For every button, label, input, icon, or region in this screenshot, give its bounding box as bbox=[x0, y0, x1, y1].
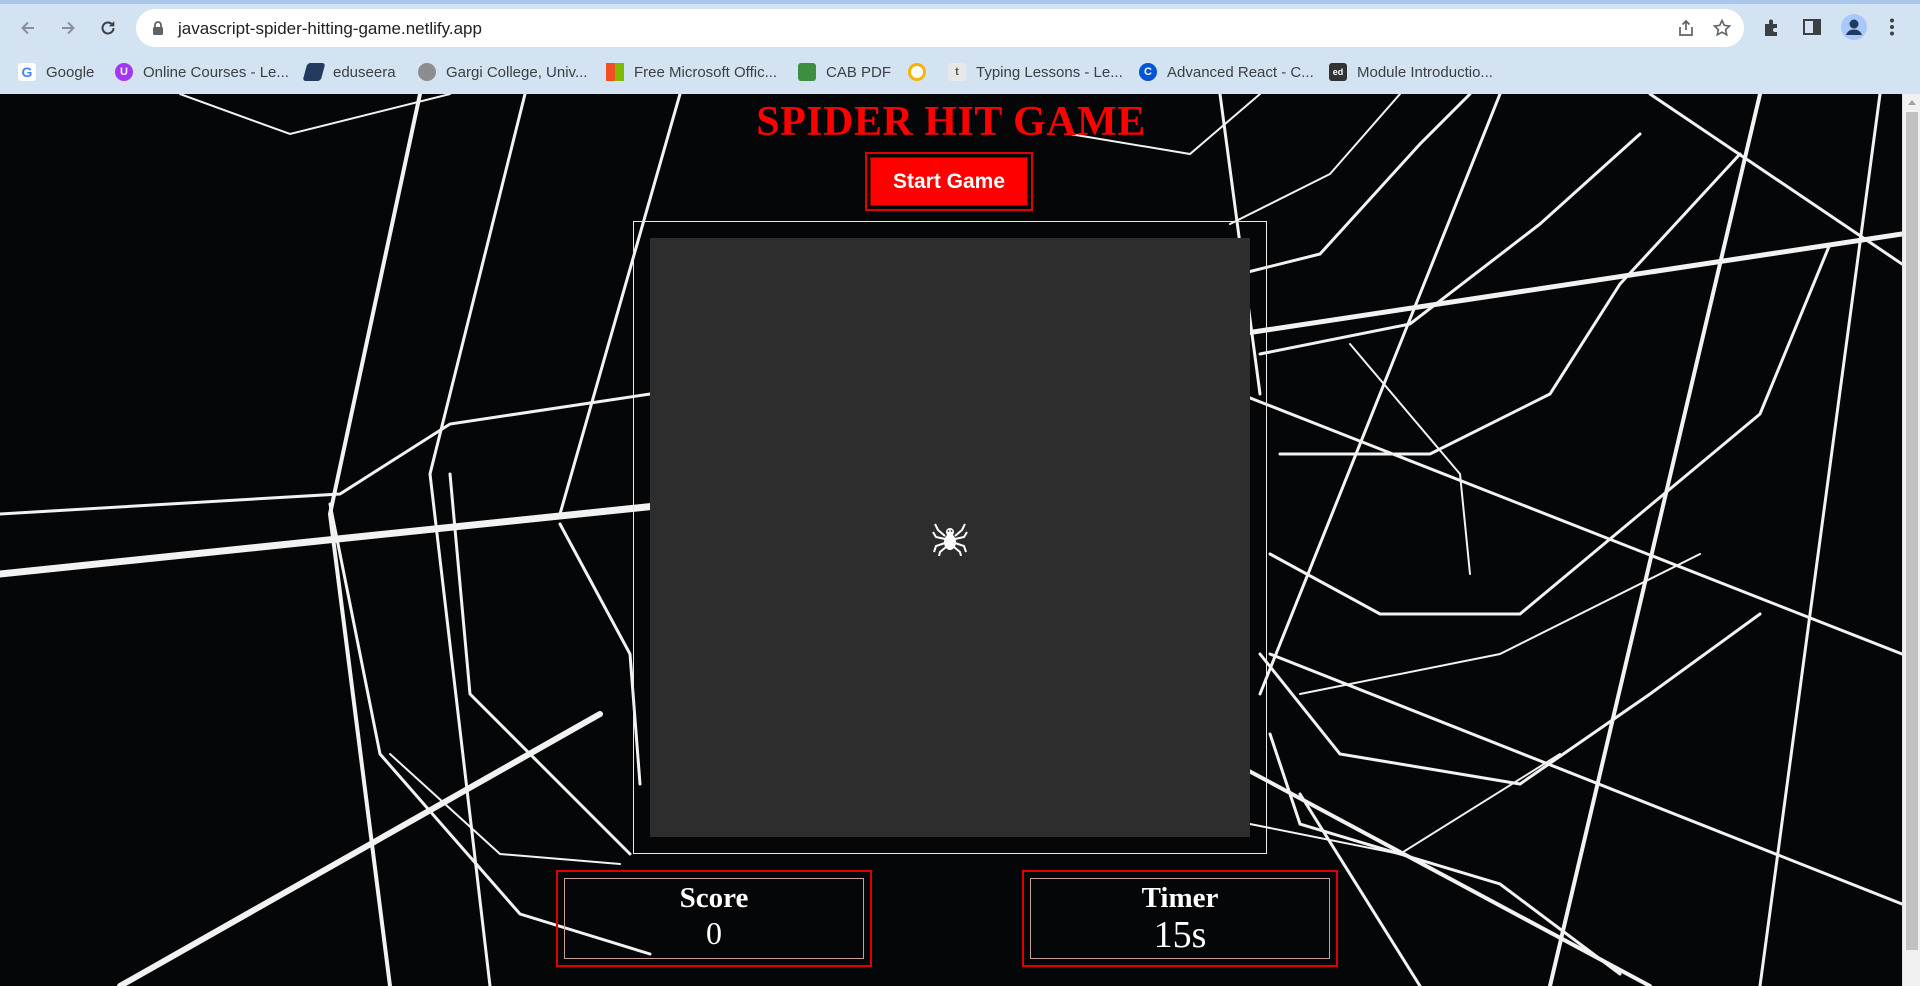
bookmark-cab-pdf[interactable]: CAB PDF bbox=[798, 60, 891, 84]
bookmark-label: eduseera bbox=[333, 63, 396, 81]
typing-icon: t bbox=[948, 63, 966, 81]
person-icon bbox=[1846, 19, 1862, 35]
bookmark-label: CAB PDF bbox=[826, 63, 892, 81]
url-text: javascript-spider-hitting-game.netlify.a… bbox=[178, 19, 482, 38]
game-board-frame bbox=[633, 221, 1267, 854]
eduseera-icon bbox=[302, 63, 326, 81]
scrollbar-thumb[interactable] bbox=[1906, 112, 1918, 950]
timer-panel-inner: Timer 15s bbox=[1030, 878, 1330, 959]
score-panel: Score 0 bbox=[556, 870, 872, 967]
side-panel-button[interactable] bbox=[1801, 16, 1823, 38]
pdf-icon bbox=[798, 63, 816, 81]
google-icon: G bbox=[18, 63, 36, 81]
bookmark-label: Free Microsoft Offic... bbox=[634, 63, 778, 81]
spider-icon[interactable] bbox=[932, 520, 968, 556]
bookmark-gargi-college[interactable]: Gargi College, Univ... bbox=[418, 60, 587, 84]
score-value: 0 bbox=[706, 915, 722, 951]
bookmark-star-icon[interactable] bbox=[1712, 18, 1732, 38]
start-game-button[interactable]: Start Game bbox=[870, 157, 1028, 206]
reload-icon bbox=[101, 21, 115, 35]
scroll-up-arrow-icon[interactable] bbox=[1908, 100, 1916, 105]
browser-chrome: javascript-spider-hitting-game.netlify.a… bbox=[0, 0, 1920, 94]
bookmark-google[interactable]: G Google bbox=[18, 60, 94, 84]
arrow-right-icon bbox=[62, 21, 75, 35]
profile-avatar[interactable] bbox=[1841, 14, 1867, 40]
browser-toolbar: javascript-spider-hitting-game.netlify.a… bbox=[0, 6, 1920, 50]
microsoft-icon bbox=[606, 63, 624, 81]
timer-panel: Timer 15s bbox=[1022, 870, 1338, 967]
score-label: Score bbox=[679, 882, 749, 914]
side-panel-icon bbox=[1803, 19, 1821, 35]
bookmark-label: Gargi College, Univ... bbox=[446, 63, 588, 81]
lock-icon bbox=[153, 21, 163, 35]
college-crest-icon bbox=[418, 63, 436, 81]
timer-label: Timer bbox=[1141, 882, 1219, 914]
extensions-button[interactable] bbox=[1761, 16, 1783, 38]
game-board[interactable] bbox=[650, 238, 1250, 837]
game-title: SPIDER HIT GAME bbox=[756, 99, 1146, 145]
bookmark-online-courses[interactable]: U Online Courses - Le... bbox=[115, 60, 289, 84]
arrow-left-icon bbox=[21, 21, 34, 35]
start-button-frame: Start Game bbox=[865, 152, 1033, 211]
tab-strip-edge bbox=[0, 0, 1920, 4]
address-bar[interactable]: javascript-spider-hitting-game.netlify.a… bbox=[136, 9, 1744, 47]
forward-button[interactable] bbox=[54, 14, 82, 42]
kebab-menu-icon bbox=[1890, 18, 1894, 36]
bookmark-eduseera[interactable]: eduseera bbox=[302, 60, 396, 84]
udemy-icon: U bbox=[115, 63, 133, 81]
puzzle-icon bbox=[1765, 19, 1777, 36]
share-icon[interactable] bbox=[1676, 18, 1696, 38]
bookmark-module-introduction[interactable]: ed Module Introductio... bbox=[1329, 60, 1493, 84]
score-panel-inner: Score 0 bbox=[564, 878, 864, 959]
bookmark-microsoft[interactable]: Free Microsoft Offic... bbox=[606, 60, 777, 84]
chrome-web-store-icon bbox=[908, 63, 926, 81]
bookmarks-bar: G Google U Online Courses - Le... edusee… bbox=[0, 56, 1920, 88]
bookmark-chrome-web-store[interactable] bbox=[908, 60, 926, 84]
game-page: SPIDER HIT GAME Start Game Score 0 Timer… bbox=[0, 94, 1902, 986]
browser-menu-button[interactable] bbox=[1881, 16, 1903, 38]
bookmark-label: Typing Lessons - Le... bbox=[976, 63, 1123, 81]
course-icon: ed bbox=[1329, 63, 1347, 81]
bookmark-label: Online Courses - Le... bbox=[143, 63, 289, 81]
coursera-icon: C bbox=[1139, 63, 1157, 81]
bookmark-label: Google bbox=[46, 63, 95, 81]
bookmark-label: Module Introductio... bbox=[1357, 63, 1493, 81]
bookmark-label: Advanced React - C... bbox=[1167, 63, 1314, 81]
reload-button[interactable] bbox=[94, 14, 122, 42]
timer-value: 15s bbox=[1153, 914, 1207, 956]
back-button[interactable] bbox=[14, 14, 42, 42]
bookmark-typing-lessons[interactable]: t Typing Lessons - Le... bbox=[948, 60, 1123, 84]
page-scrollbar[interactable] bbox=[1902, 94, 1920, 986]
bookmark-advanced-react[interactable]: C Advanced React - C... bbox=[1139, 60, 1314, 84]
